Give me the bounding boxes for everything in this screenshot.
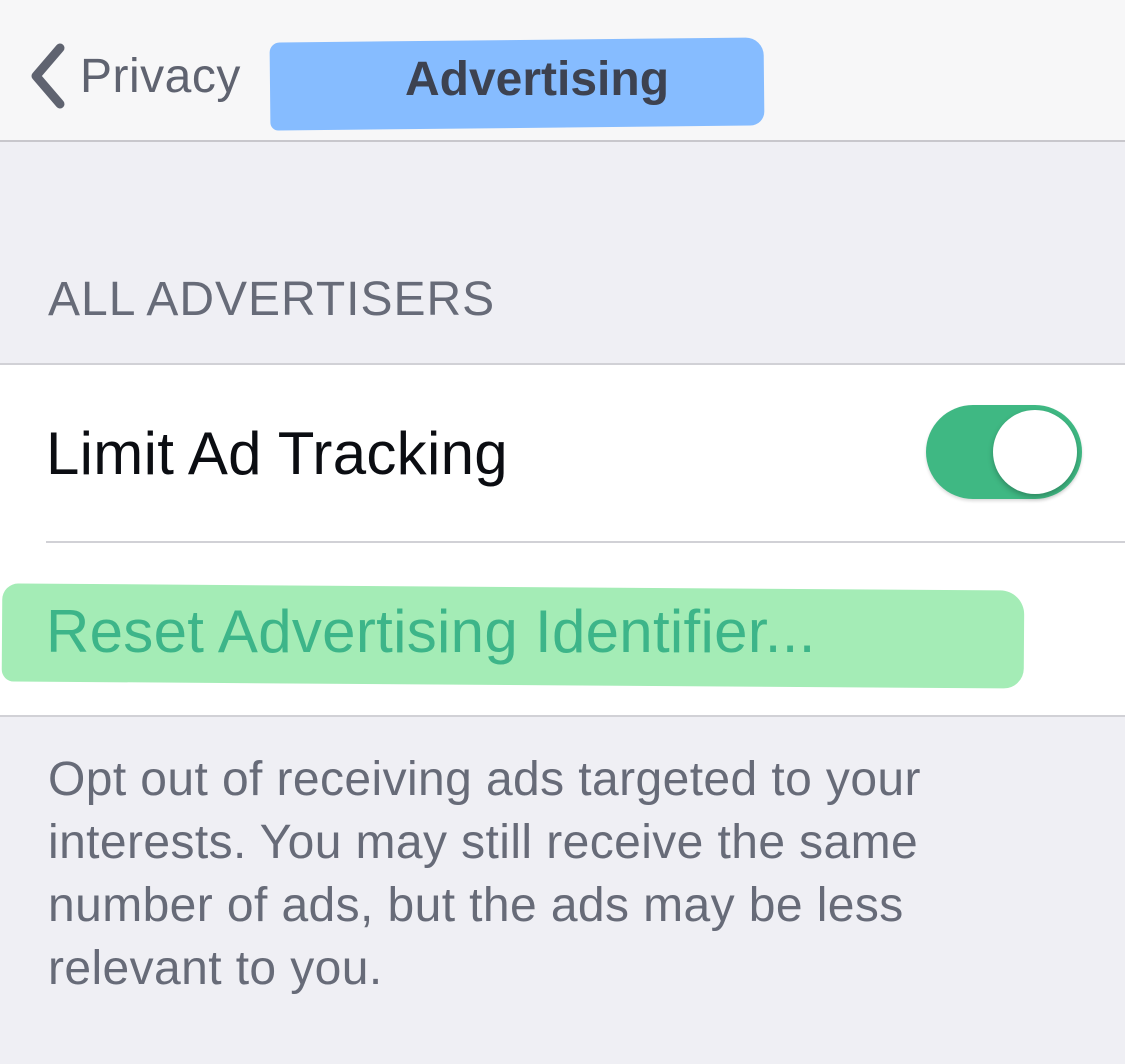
section-header: ALL ADVERTISERS [48, 273, 496, 326]
row-separator [46, 541, 1125, 543]
footer-description: Opt out of receiving ads targeted to you… [48, 753, 921, 995]
reset-advertising-identifier-button[interactable]: Reset Advertising Identifier... [46, 597, 816, 666]
back-button[interactable]: Privacy [26, 40, 241, 112]
limit-ad-tracking-toggle[interactable] [926, 405, 1082, 499]
back-button-label: Privacy [80, 49, 241, 103]
toggle-knob [993, 410, 1077, 494]
page-title: Advertising [404, 53, 670, 106]
settings-group: Limit Ad Tracking Reset Advertising Iden… [0, 363, 1125, 717]
chevron-left-icon [31, 43, 65, 109]
navigation-bar: Privacy Advertising [0, 0, 1125, 142]
limit-ad-tracking-label: Limit Ad Tracking [46, 420, 508, 487]
